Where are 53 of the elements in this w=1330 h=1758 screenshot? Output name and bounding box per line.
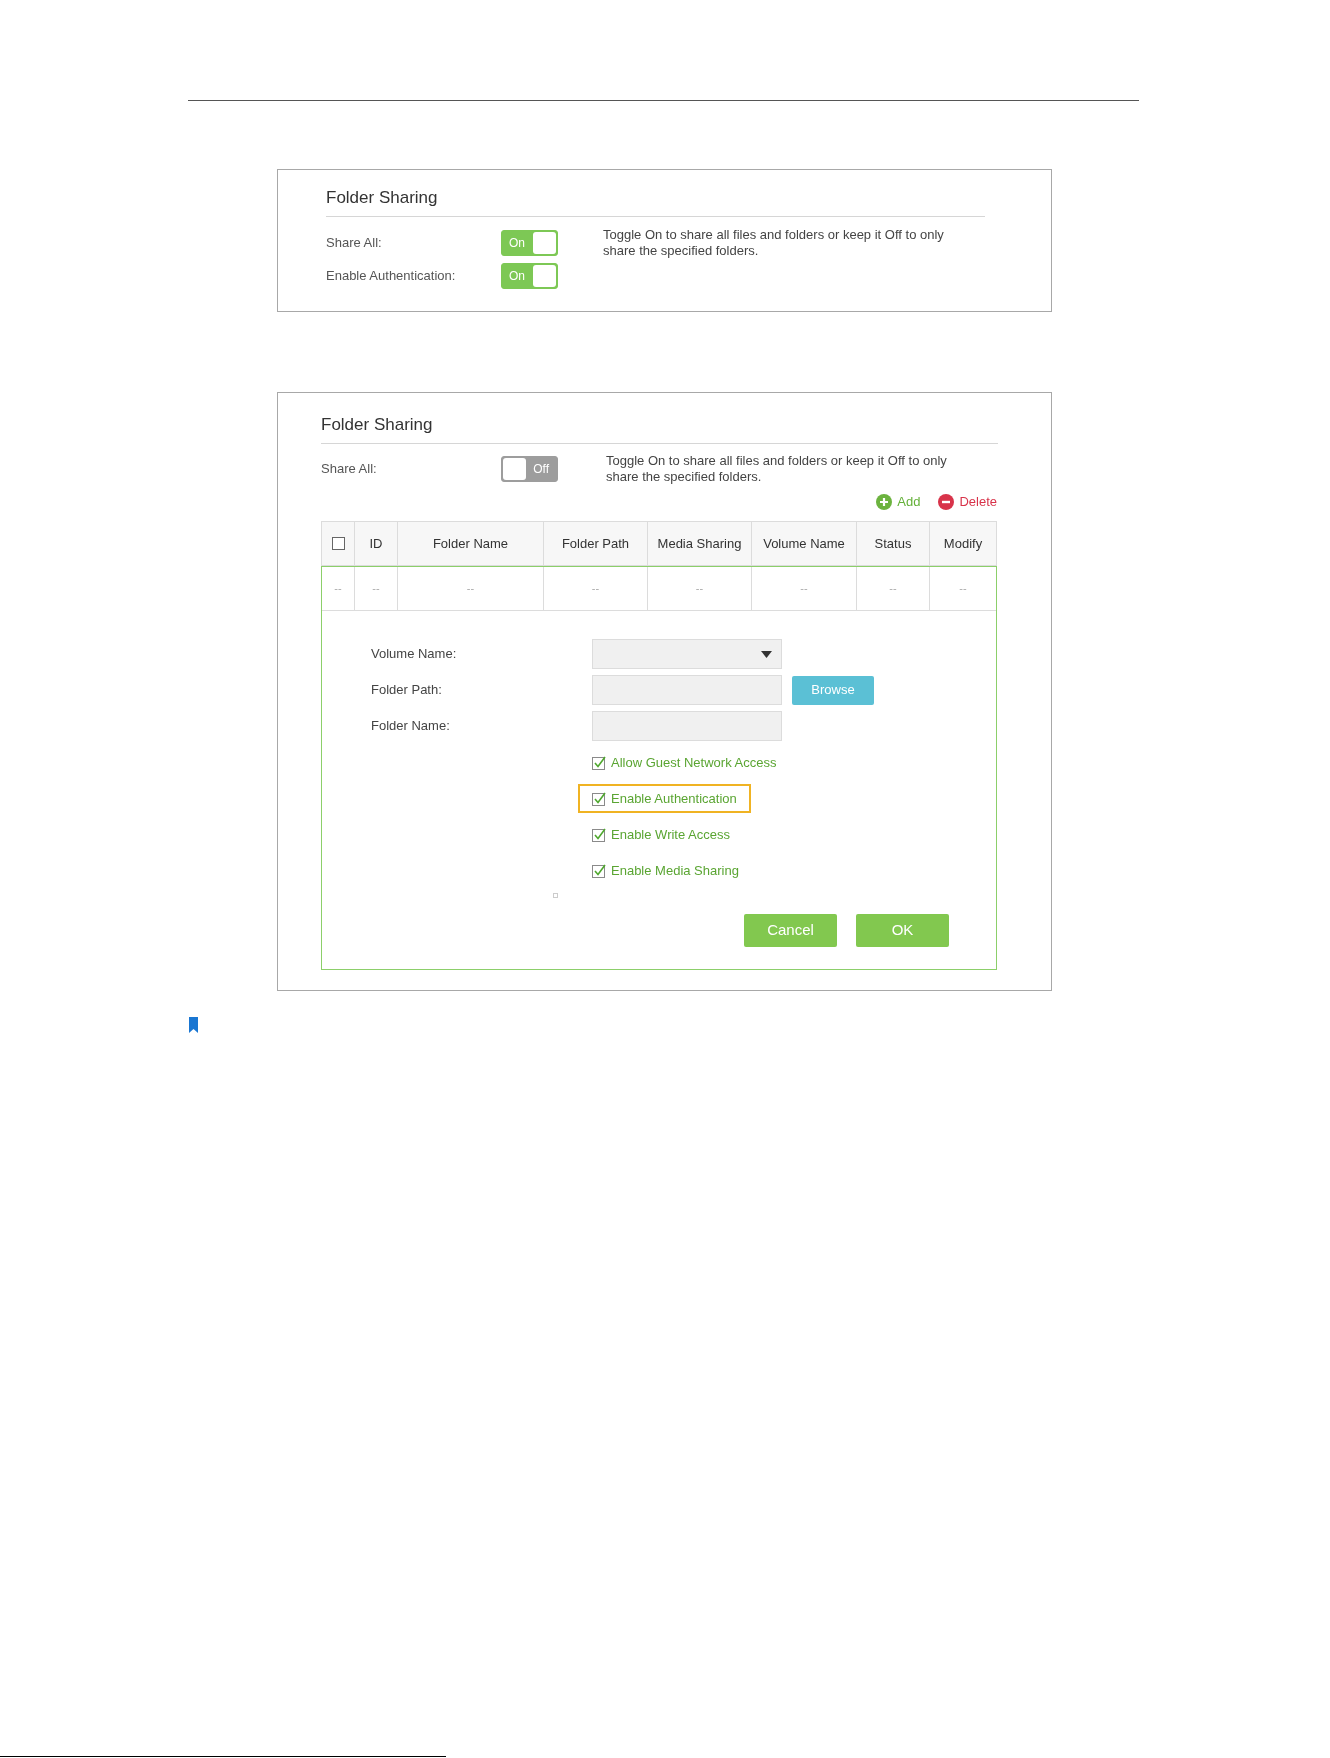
browse-button[interactable]: Browse <box>792 675 874 705</box>
add-button[interactable]: Add <box>876 492 921 512</box>
description-text: Toggle On to share all files and folders or keep it Off to only share the specified folders. <box>603 227 945 260</box>
setting-label: Share All: <box>326 234 383 253</box>
toggle-switch[interactable]: On <box>501 230 558 256</box>
table-cell: -- <box>354 567 397 611</box>
toggle-switch[interactable]: On <box>501 263 558 289</box>
checkbox-label: Enable Write Access <box>611 825 730 844</box>
table-cell: -- <box>647 567 751 611</box>
minus-icon <box>938 494 955 510</box>
table-cell: -- <box>929 567 996 611</box>
checkbox[interactable] <box>592 863 606 878</box>
checkbox-label: Enable Media Sharing <box>611 861 739 880</box>
knob-icon <box>533 265 556 287</box>
column-header: Volume Name <box>751 522 856 565</box>
checkbox[interactable] <box>331 537 345 550</box>
field-label: Volume Name: <box>371 645 458 664</box>
field-label: Folder Name: <box>371 717 451 736</box>
column-header: ID <box>354 522 397 565</box>
panel-title: Folder Sharing <box>326 187 439 209</box>
bookmark-icon <box>189 1017 198 1033</box>
input-field[interactable] <box>592 675 782 705</box>
table-cell: -- <box>751 567 856 611</box>
column-header: Folder Name <box>397 522 543 565</box>
plus-icon <box>876 494 893 510</box>
checkbox-label: Enable Authentication <box>611 789 737 808</box>
setting-label: Share All: <box>321 460 378 479</box>
column-header: Folder Path <box>543 522 647 565</box>
caret-icon <box>761 650 772 658</box>
column-header: Status <box>856 522 929 565</box>
checkbox[interactable] <box>592 827 606 842</box>
table-cell: -- <box>397 567 543 611</box>
table-cell: -- <box>543 567 647 611</box>
setting-label: Enable Authentication: <box>326 267 457 286</box>
table-cell: -- <box>856 567 929 611</box>
column-header: Modify <box>929 522 996 565</box>
toggle-switch[interactable]: Off <box>501 456 558 482</box>
panel-title: Folder Sharing <box>321 414 434 436</box>
input-field[interactable] <box>592 711 782 741</box>
checkbox[interactable] <box>592 755 606 770</box>
column-header: Media Sharing <box>647 522 751 565</box>
checkbox-label: Allow Guest Network Access <box>611 753 777 772</box>
field-label: Folder Path: <box>371 681 443 700</box>
table-row[interactable]: -- -- -- -- -- -- -- -- <box>321 566 997 611</box>
checkbox[interactable] <box>592 791 606 806</box>
ok-button[interactable]: OK <box>856 914 949 947</box>
knob-icon <box>533 232 556 254</box>
table-cell: -- <box>322 567 354 611</box>
knob-icon <box>503 458 526 480</box>
delete-button[interactable]: Delete <box>938 492 997 512</box>
cancel-button[interactable]: Cancel <box>744 914 837 947</box>
small-square-icon <box>553 893 558 898</box>
description-text: Toggle On to share all files and folders or keep it Off to only share the specified folders. <box>606 453 948 485</box>
